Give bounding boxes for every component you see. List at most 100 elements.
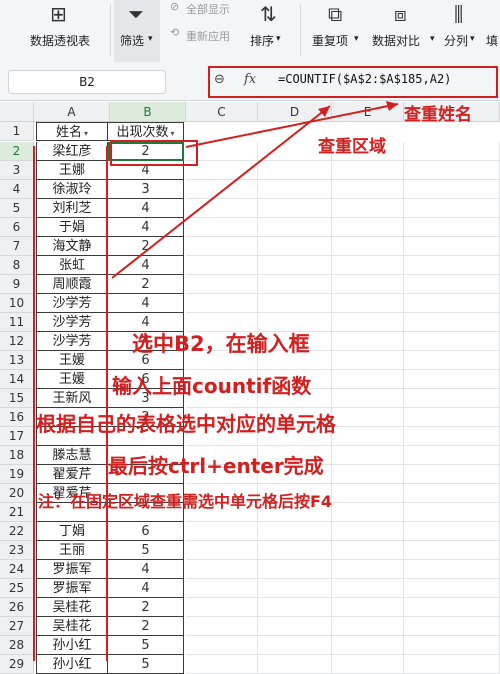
empty-cell[interactable] [186, 598, 258, 617]
row-header[interactable]: 25 [0, 579, 34, 598]
row-header[interactable]: 2 [0, 142, 34, 161]
count-cell[interactable]: 2 [108, 275, 184, 294]
empty-cell[interactable] [404, 541, 500, 560]
name-cell[interactable]: 沙学芳 [36, 294, 108, 313]
row-header[interactable]: 22 [0, 522, 34, 541]
empty-cell[interactable] [258, 218, 332, 237]
name-cell[interactable]: 沙学芳 [36, 332, 108, 351]
row-header[interactable]: 16 [0, 408, 34, 427]
empty-cell[interactable] [258, 180, 332, 199]
empty-cell[interactable] [404, 579, 500, 598]
empty-cell[interactable] [258, 617, 332, 636]
row-header[interactable]: 12 [0, 332, 34, 351]
count-cell[interactable]: 2 [108, 598, 184, 617]
empty-cell[interactable] [258, 636, 332, 655]
empty-cell[interactable] [332, 465, 404, 484]
empty-cell[interactable] [404, 237, 500, 256]
name-cell[interactable]: 于娟 [36, 218, 108, 237]
empty-cell[interactable] [186, 579, 258, 598]
count-cell[interactable]: 4 [108, 560, 184, 579]
row-header[interactable]: 23 [0, 541, 34, 560]
empty-cell[interactable] [404, 503, 500, 522]
empty-cell[interactable] [332, 503, 404, 522]
name-cell[interactable]: 罗振军 [36, 560, 108, 579]
empty-cell[interactable] [186, 218, 258, 237]
split-column-button[interactable]: ⫼ 分列 ▾ [442, 0, 486, 62]
name-cell[interactable]: 王丽 [36, 541, 108, 560]
count-cell[interactable]: 4 [108, 294, 184, 313]
empty-cell[interactable] [186, 180, 258, 199]
count-cell[interactable]: 5 [108, 655, 184, 674]
row-header[interactable]: 4 [0, 180, 34, 199]
row-header[interactable]: 3 [0, 161, 34, 180]
empty-cell[interactable] [404, 180, 500, 199]
empty-cell[interactable] [404, 351, 500, 370]
column-header-d[interactable]: D [258, 102, 332, 122]
name-cell[interactable]: 翟爱芹 [36, 465, 108, 484]
name-cell[interactable]: 罗振军 [36, 579, 108, 598]
count-cell[interactable]: 3 [108, 180, 184, 199]
empty-cell[interactable] [332, 275, 404, 294]
empty-cell[interactable] [186, 199, 258, 218]
empty-cell[interactable] [332, 541, 404, 560]
empty-cell[interactable] [332, 237, 404, 256]
row-header[interactable]: 21 [0, 503, 34, 522]
empty-cell[interactable] [258, 161, 332, 180]
empty-cell[interactable] [332, 408, 404, 427]
empty-cell[interactable] [258, 237, 332, 256]
empty-cell[interactable] [332, 313, 404, 332]
row-header[interactable]: 7 [0, 237, 34, 256]
empty-cell[interactable] [404, 598, 500, 617]
column-header-e[interactable]: E [332, 102, 404, 122]
name-cell[interactable]: 王媛 [36, 370, 108, 389]
column-header-b[interactable]: B [110, 102, 186, 122]
empty-cell[interactable] [258, 522, 332, 541]
empty-cell[interactable] [404, 370, 500, 389]
empty-cell[interactable] [404, 636, 500, 655]
duplicates-button[interactable]: ⧉ 重复项 ▾ [308, 0, 366, 62]
row-header[interactable]: 20 [0, 484, 34, 503]
empty-cell[interactable] [332, 655, 404, 674]
fill-button[interactable]: 填 [486, 0, 500, 62]
count-cell[interactable]: 4 [108, 199, 184, 218]
show-all-button[interactable]: ⊘ 全部显示 [166, 0, 242, 22]
name-cell[interactable]: 梁红彦 [36, 142, 108, 161]
column-header-a[interactable]: A [34, 102, 110, 122]
empty-cell[interactable] [404, 142, 500, 161]
row-header[interactable]: 17 [0, 427, 34, 446]
empty-cell[interactable] [404, 256, 500, 275]
empty-cell[interactable] [332, 294, 404, 313]
name-cell[interactable]: 孙小红 [36, 636, 108, 655]
empty-cell[interactable] [258, 598, 332, 617]
empty-cell[interactable] [332, 332, 404, 351]
empty-cell[interactable] [186, 256, 258, 275]
empty-cell[interactable] [186, 294, 258, 313]
empty-cell[interactable] [258, 541, 332, 560]
empty-cell[interactable] [332, 161, 404, 180]
sort-button[interactable]: ⇅ 排序 ▾ [246, 0, 292, 62]
row-header[interactable]: 10 [0, 294, 34, 313]
name-cell[interactable]: 王媛 [36, 351, 108, 370]
data-compare-button[interactable]: ⧈ 数据对比 ▾ [370, 0, 440, 62]
empty-cell[interactable] [404, 446, 500, 465]
row-header[interactable]: 19 [0, 465, 34, 484]
name-cell[interactable]: 徐淑玲 [36, 180, 108, 199]
empty-cell[interactable] [404, 560, 500, 579]
empty-cell[interactable] [404, 313, 500, 332]
count-cell[interactable]: 6 [108, 522, 184, 541]
name-cell[interactable]: 王娜 [36, 161, 108, 180]
row-header[interactable]: 28 [0, 636, 34, 655]
name-cell[interactable]: 丁娟 [36, 522, 108, 541]
empty-cell[interactable] [186, 617, 258, 636]
empty-cell[interactable] [404, 427, 500, 446]
column-header-c[interactable]: C [186, 102, 258, 122]
empty-cell[interactable] [332, 446, 404, 465]
name-cell[interactable]: 滕志慧 [36, 446, 108, 465]
filter-dropdown-icon[interactable]: ▾ [171, 124, 175, 140]
empty-cell[interactable] [258, 256, 332, 275]
count-cell[interactable]: 4 [108, 256, 184, 275]
count-cell[interactable]: 4 [108, 218, 184, 237]
count-cell[interactable]: 2 [108, 237, 184, 256]
row-header[interactable]: 11 [0, 313, 34, 332]
name-cell[interactable]: 周顺霞 [36, 275, 108, 294]
